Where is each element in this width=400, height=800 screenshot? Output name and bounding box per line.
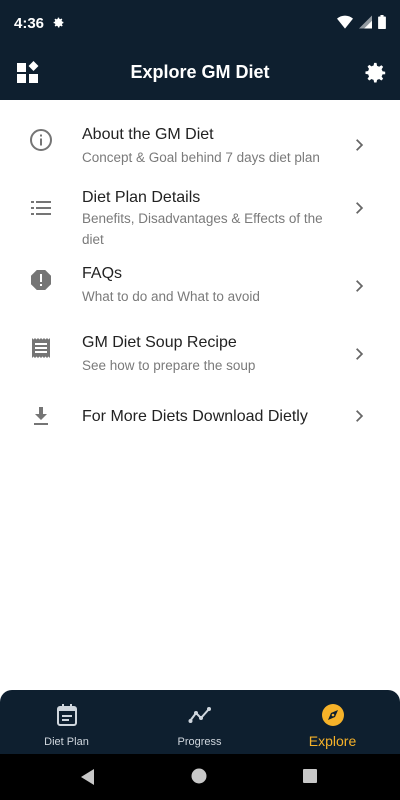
home-icon[interactable] [191,768,207,784]
nav-label: Explore [308,733,357,749]
signal-icon [359,15,372,29]
recent-apps-icon[interactable] [303,769,317,783]
list-item-download-dietly[interactable]: For More Diets Download Dietly [0,398,400,438]
item-subtitle: See how to prepare the soup [82,358,256,373]
system-navigation-bar [0,754,400,800]
item-title: FAQs [82,265,123,282]
nav-label: Progress [177,736,222,748]
item-title: For More Diets Download Dietly [82,408,308,425]
item-subtitle: What to do and What to avoid [82,289,260,304]
list-icon [31,201,51,215]
item-title: Diet Plan Details [82,189,201,206]
wifi-icon [337,15,353,29]
download-icon [34,407,48,425]
list-item-soup-recipe[interactable]: GM Diet Soup Recipe See how to prepare t… [0,332,400,382]
list-item-diet-plan-details[interactable]: Diet Plan Details Benefits, Disadvantage… [0,186,400,252]
status-time: 4:36 [14,15,45,32]
item-subtitle: Concept & Goal behind 7 days diet plan [82,150,320,165]
chevron-right-icon [356,348,364,360]
compass-icon [321,704,344,726]
nav-progress[interactable]: Progress [133,690,266,754]
list-item-faqs[interactable]: FAQs What to do and What to avoid [0,260,400,312]
nav-diet-plan[interactable]: Diet Plan [0,690,133,754]
back-icon[interactable] [81,769,95,785]
bottom-navigation: Diet Plan Progress Explore [0,690,400,754]
page-title: Explore GM Diet [130,62,270,82]
info-icon [30,129,52,151]
alert-icon [31,270,51,290]
status-icons [337,15,386,29]
nav-explore[interactable]: Explore [266,690,399,754]
settings-small-icon [53,17,64,28]
battery-icon [378,15,386,29]
status-bar: 4:36 [0,0,400,48]
list-item-about[interactable]: About the GM Diet Concept & Goal behind … [0,120,400,180]
item-title: GM Diet Soup Recipe [82,334,237,351]
nav-label: Diet Plan [44,736,89,748]
chevron-right-icon [356,280,364,292]
chevron-right-icon [356,202,364,214]
calendar-icon [56,704,77,726]
receipt-icon [32,338,50,358]
settings-icon[interactable] [362,60,388,86]
trend-icon [188,707,211,723]
chevron-right-icon [356,410,364,422]
chevron-right-icon [356,139,364,151]
item-subtitle: Benefits, Disadvantages & Effects of the… [82,211,323,247]
item-title: About the GM Diet [82,126,214,143]
app-bar: Explore GM Diet [0,48,400,100]
